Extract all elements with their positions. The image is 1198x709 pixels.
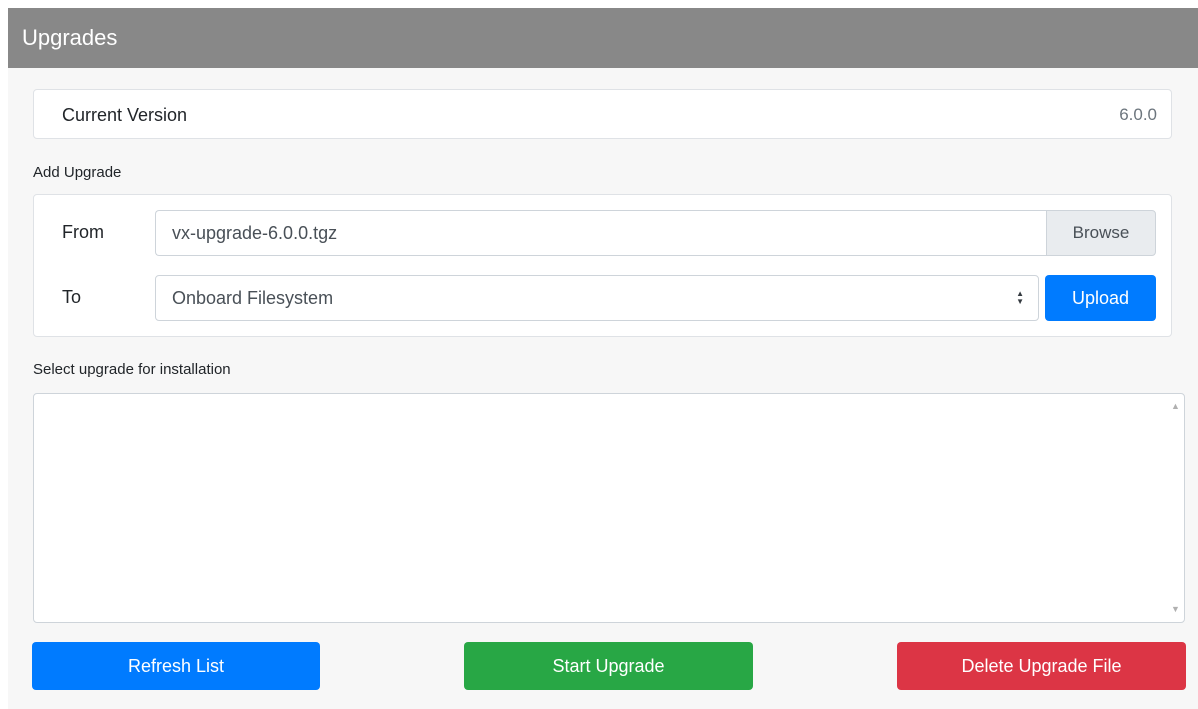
select-arrow-down-icon: ▼	[1016, 297, 1024, 306]
select-arrows-icon: ▲ ▼	[1016, 290, 1024, 306]
destination-select-value: Onboard Filesystem	[172, 288, 334, 308]
upload-button[interactable]: Upload	[1045, 275, 1156, 321]
current-version-label: Current Version	[62, 105, 188, 125]
page-title: Upgrades	[8, 8, 1198, 68]
upgrade-list-scrollbar[interactable]: ▲ ▼	[1167, 394, 1184, 622]
upgrade-list[interactable]: ▲ ▼	[33, 393, 1185, 623]
refresh-list-button[interactable]: Refresh List	[32, 642, 320, 690]
scroll-up-arrow-icon[interactable]: ▲	[1167, 398, 1184, 415]
upgrades-page: Upgrades Current Version 6.0.0 Add Upgra…	[0, 0, 1198, 709]
from-label: From	[62, 222, 104, 242]
start-upgrade-button[interactable]: Start Upgrade	[464, 642, 753, 690]
to-label: To	[62, 287, 82, 307]
add-upgrade-heading: Add Upgrade	[33, 164, 122, 181]
select-upgrade-heading: Select upgrade for installation	[33, 361, 231, 378]
browse-button[interactable]: Browse	[1046, 210, 1156, 256]
scroll-down-arrow-icon[interactable]: ▼	[1167, 601, 1184, 618]
current-version-box: Current Version 6.0.0	[33, 89, 1172, 139]
current-version-value: 6.0.0	[1119, 105, 1157, 124]
upgrade-file-input[interactable]: vx-upgrade-6.0.0.tgz	[155, 210, 1046, 256]
delete-upgrade-file-button[interactable]: Delete Upgrade File	[897, 642, 1186, 690]
add-upgrade-box: From vx-upgrade-6.0.0.tgz Browse To Onbo…	[33, 194, 1172, 337]
destination-select[interactable]: Onboard Filesystem ▲ ▼	[155, 275, 1039, 321]
